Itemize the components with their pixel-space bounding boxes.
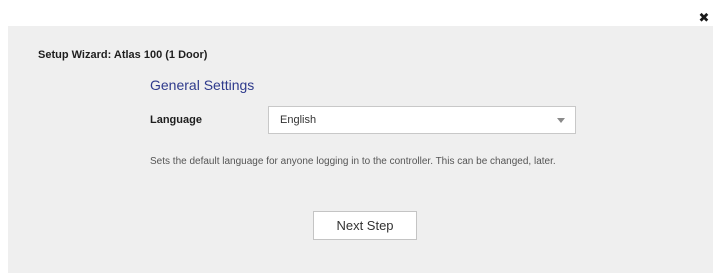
next-step-button[interactable]: Next Step	[313, 211, 417, 240]
chevron-down-icon	[557, 118, 565, 123]
language-help-text: Sets the default language for anyone log…	[150, 156, 556, 167]
language-select[interactable]: English	[268, 106, 576, 134]
language-selected-value: English	[280, 114, 317, 126]
close-icon[interactable]: ✖	[697, 12, 711, 26]
wizard-title: Setup Wizard: Atlas 100 (1 Door)	[38, 49, 208, 61]
language-label: Language	[150, 114, 202, 126]
wizard-panel: Setup Wizard: Atlas 100 (1 Door) General…	[8, 26, 713, 273]
section-title: General Settings	[150, 77, 255, 93]
